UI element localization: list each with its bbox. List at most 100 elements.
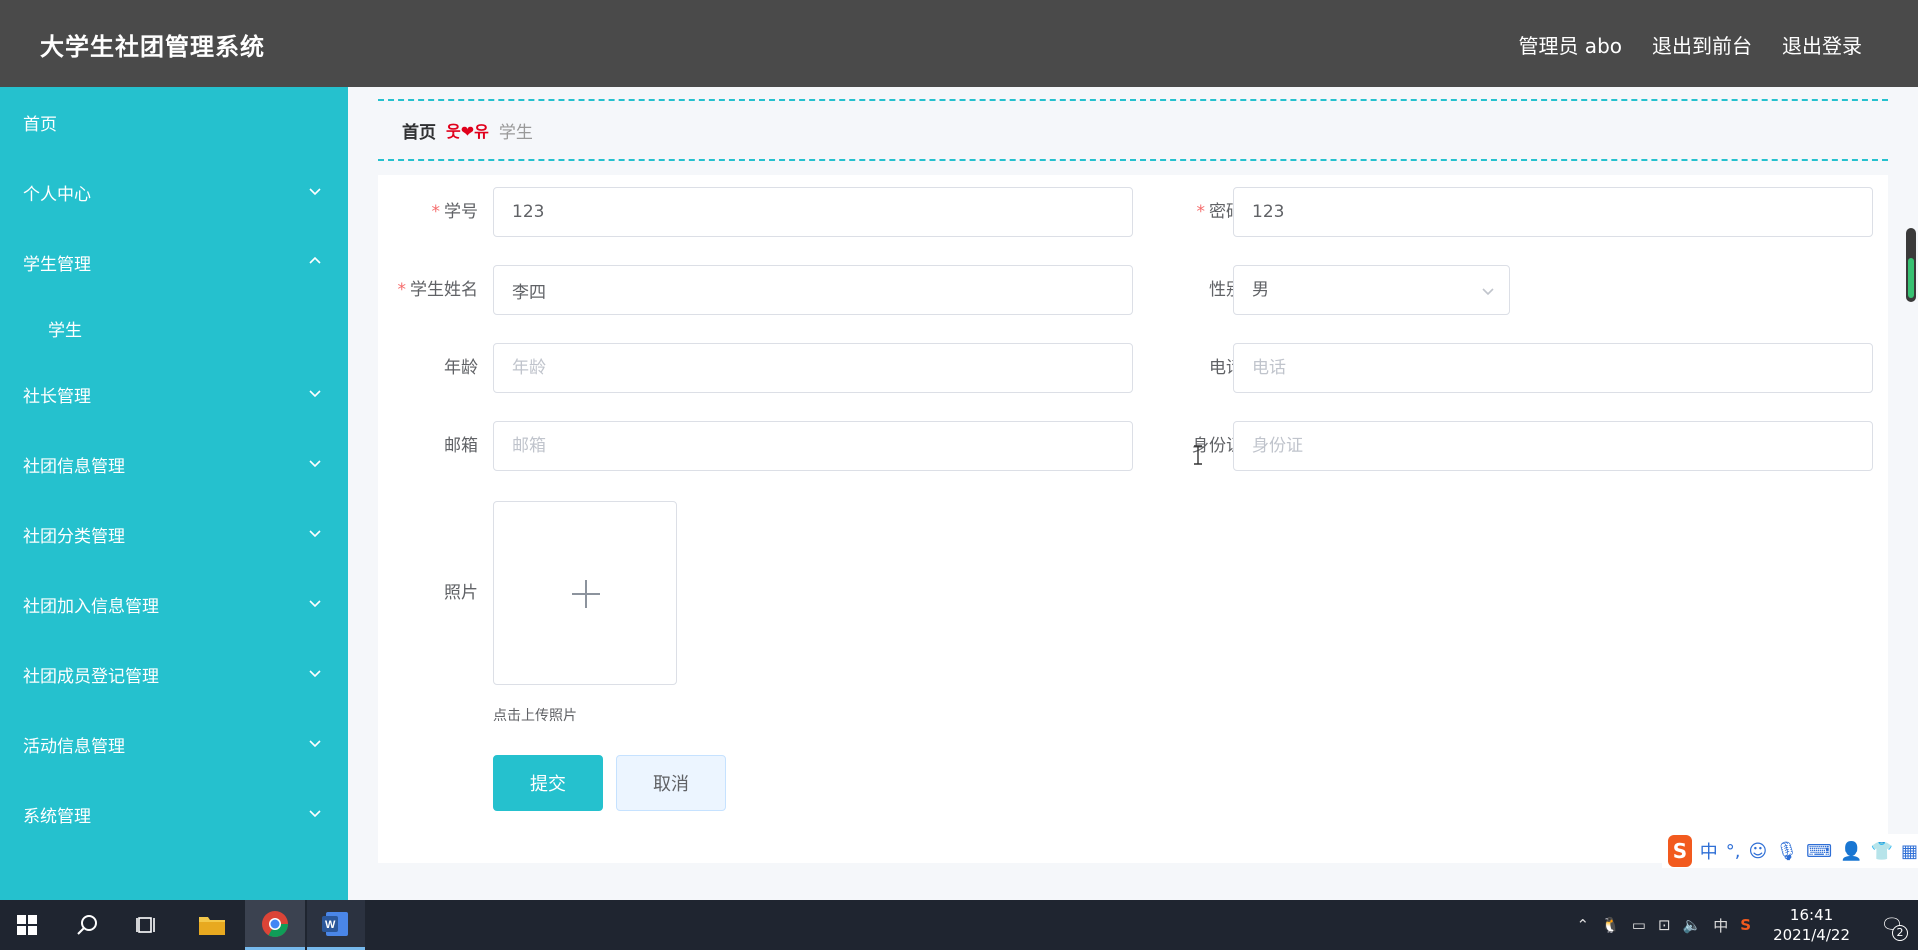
main-content: 首页 웃❤유 学生 *学号 *密码 *学生姓名 性别 男 年龄 电话 邮 <box>348 87 1918 900</box>
idcard-input[interactable] <box>1233 421 1873 471</box>
clock-date: 2021/4/22 <box>1773 926 1850 944</box>
name-input[interactable] <box>493 265 1133 315</box>
skin-icon[interactable]: 👕 <box>1871 841 1893 862</box>
exit-to-front-link[interactable]: 退出到前台 <box>1652 30 1752 59</box>
sidebar-item-label: 社团成员登记管理 <box>23 666 159 687</box>
sidebar-item-student[interactable]: 学生 <box>0 297 348 359</box>
sidebar-item-system-management[interactable]: 系统管理 <box>0 779 348 849</box>
input-language-indicator[interactable]: 中 <box>1713 915 1728 936</box>
gender-selected-value: 男 <box>1252 280 1269 300</box>
admin-user-label[interactable]: 管理员 abo <box>1518 30 1622 59</box>
photo-uploader[interactable] <box>493 501 677 685</box>
password-input[interactable] <box>1233 187 1873 237</box>
gender-label: 性别 <box>1209 280 1243 300</box>
required-mark: * <box>431 202 441 222</box>
search-icon[interactable] <box>60 900 114 950</box>
gender-select[interactable]: 男 <box>1233 265 1510 315</box>
sogou-tray-icon[interactable]: S <box>1740 916 1751 934</box>
chevron-down-icon <box>309 600 321 608</box>
chevron-down-icon <box>1482 288 1494 296</box>
sidebar-item-student-management[interactable]: 学生管理 <box>0 227 348 297</box>
user-icon[interactable]: 👤 <box>1840 841 1862 862</box>
chevron-up-icon[interactable]: ⌃ <box>1577 916 1590 934</box>
sidebar-item-label: 首页 <box>23 114 57 135</box>
student-form: *学号 *密码 *学生姓名 性别 男 年龄 电话 邮箱 身份证 照片 点击上传照… <box>378 175 1888 863</box>
breadcrumb-separator: 웃❤유 <box>446 122 489 141</box>
cancel-button[interactable]: 取消 <box>616 755 726 811</box>
sidebar-item-member-registration-management[interactable]: 社团成员登记管理 <box>0 639 348 709</box>
submit-button[interactable]: 提交 <box>493 755 603 811</box>
breadcrumb-home[interactable]: 首页 <box>402 118 436 143</box>
chevron-down-icon <box>309 670 321 678</box>
ime-punct-toggle[interactable]: °, <box>1726 841 1741 862</box>
sidebar-item-president-management[interactable]: 社长管理 <box>0 359 348 429</box>
microphone-icon[interactable]: 🎙 <box>1775 841 1798 862</box>
student-no-input[interactable] <box>493 187 1133 237</box>
top-header: 大学生社团管理系统 管理员 abo 退出到前台 退出登录 <box>0 0 1918 87</box>
chrome-icon[interactable] <box>245 900 305 950</box>
volume-icon[interactable]: 🔈 <box>1683 916 1702 934</box>
sidebar-item-label: 社团加入信息管理 <box>23 596 159 617</box>
scroll-indicator[interactable] <box>1906 228 1916 302</box>
chevron-down-icon <box>309 460 321 468</box>
upload-tip: 点击上传照片 <box>493 708 577 724</box>
photo-label: 照片 <box>444 583 478 603</box>
emoji-icon[interactable]: ☺ <box>1749 841 1768 862</box>
scroll-indicator-fill <box>1908 258 1914 298</box>
age-input[interactable] <box>493 343 1133 393</box>
windows-taskbar: W ⌃ 🐧 ▭ ⊡ 🔈 中 S 16:41 2021/4/22 🗨 2 <box>0 900 1918 950</box>
sidebar-item-label: 社团分类管理 <box>23 526 125 547</box>
breadcrumb: 首页 웃❤유 学生 <box>378 99 1888 161</box>
password-label: * 密码 <box>1148 187 1244 237</box>
phone-input[interactable] <box>1233 343 1873 393</box>
plus-icon-vertical <box>585 580 587 608</box>
qq-icon[interactable]: 🐧 <box>1601 916 1620 934</box>
email-label: 邮箱 <box>444 436 478 456</box>
sogou-logo-icon[interactable]: S <box>1668 835 1692 867</box>
clock-time: 16:41 <box>1789 906 1834 924</box>
student-no-label-text: 学号 <box>444 202 478 222</box>
sidebar-item-club-info-management[interactable]: 社团信息管理 <box>0 429 348 499</box>
chevron-down-icon <box>309 810 321 818</box>
sidebar-item-label: 社团信息管理 <box>23 456 125 477</box>
sidebar-item-label: 社长管理 <box>23 386 91 407</box>
text-cursor-icon <box>1194 445 1202 465</box>
file-explorer-icon[interactable] <box>185 900 239 950</box>
chevron-down-icon <box>309 530 321 538</box>
sidebar-item-club-category-management[interactable]: 社团分类管理 <box>0 499 348 569</box>
chevron-down-icon <box>309 188 321 196</box>
sidebar-item-personal-center[interactable]: 个人中心 <box>0 157 348 227</box>
windows-start-icon[interactable] <box>0 900 54 950</box>
system-tray: ⌃ 🐧 ▭ ⊡ 🔈 中 S 16:41 2021/4/22 🗨 2 <box>1571 900 1918 950</box>
notification-count: 2 <box>1892 925 1908 941</box>
sidebar-item-activity-management[interactable]: 活动信息管理 <box>0 709 348 779</box>
required-mark: * <box>1196 202 1206 222</box>
chevron-down-icon <box>309 740 321 748</box>
task-view-icon[interactable] <box>120 900 174 950</box>
ime-toolbar: S 中 °, ☺ 🎙 ⌨ 👤 👕 ▦ <box>1662 834 1918 868</box>
network-icon[interactable]: ⊡ <box>1658 916 1671 934</box>
grid-menu-icon[interactable]: ▦ <box>1901 841 1918 862</box>
ime-mode-toggle[interactable]: 中 <box>1700 838 1718 864</box>
breadcrumb-current: 学生 <box>498 122 533 143</box>
keyboard-icon[interactable]: ⌨ <box>1806 841 1832 862</box>
svg-text:W: W <box>325 919 336 931</box>
sidebar-item-label: 个人中心 <box>23 184 91 205</box>
sidebar-item-home[interactable]: 首页 <box>0 87 348 157</box>
notification-center-icon[interactable]: 🗨 2 <box>1872 905 1912 945</box>
chevron-down-icon <box>309 390 321 398</box>
email-input[interactable] <box>493 421 1133 471</box>
sidebar: 首页 个人中心 学生管理 学生 社长管理 社团信息管理 社团分类管理 社团加入信… <box>0 87 348 900</box>
age-label: 年龄 <box>444 358 478 378</box>
name-label-text: 学生姓名 <box>410 280 478 300</box>
phone-label: 电话 <box>1209 358 1243 378</box>
app-title: 大学生社团管理系统 <box>40 33 265 61</box>
sidebar-item-label: 学生管理 <box>23 254 91 275</box>
sidebar-item-club-join-management[interactable]: 社团加入信息管理 <box>0 569 348 639</box>
header-links: 管理员 abo 退出到前台 退出登录 <box>1518 30 1862 59</box>
system-clock[interactable]: 16:41 2021/4/22 <box>1773 905 1850 945</box>
battery-icon[interactable]: ▭ <box>1632 916 1646 934</box>
word-icon[interactable]: W <box>307 900 365 950</box>
student-no-label: * 学号 <box>378 187 479 237</box>
logout-link[interactable]: 退出登录 <box>1782 30 1862 59</box>
